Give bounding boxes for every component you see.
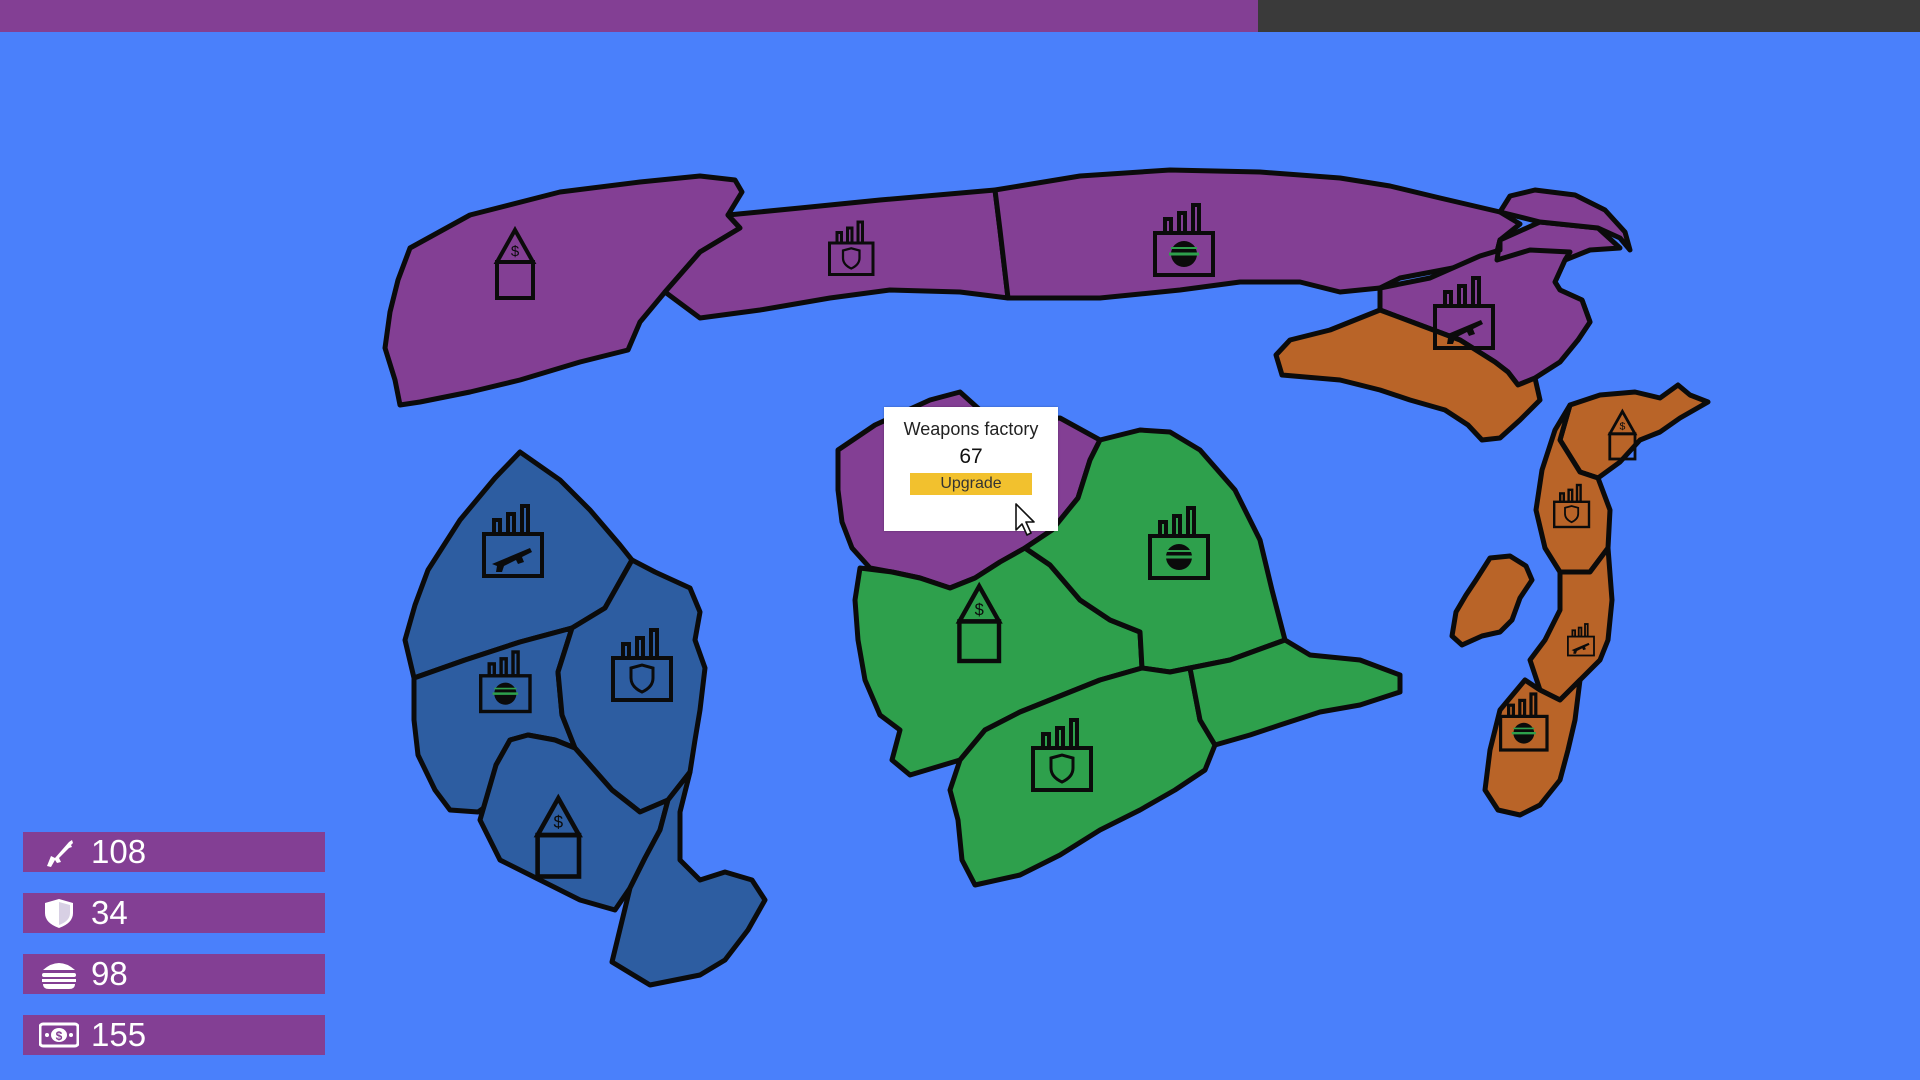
blue-continent [402, 449, 768, 988]
resource-weapons: 108 [23, 832, 325, 872]
svg-text:$: $ [56, 1029, 63, 1043]
banknote-icon: $ [39, 1022, 79, 1048]
burger-icon [42, 963, 76, 989]
resource-value: 108 [91, 833, 147, 870]
rifle-icon [47, 840, 73, 867]
resource-defense: 34 [23, 893, 325, 933]
region-orange-island[interactable] [1449, 553, 1535, 648]
resource-money: $ 155 [23, 1015, 325, 1055]
shield-icon [45, 899, 73, 928]
region-orange-south-mid[interactable] [1527, 545, 1615, 703]
resource-value: 34 [91, 894, 128, 931]
orange-continent [1273, 307, 1711, 818]
tooltip-title: Weapons factory [903, 419, 1039, 439]
tooltip-value: 67 [959, 445, 983, 468]
mouse-cursor-icon [1015, 503, 1035, 536]
resource-value: 155 [91, 1016, 147, 1053]
resource-value: 98 [91, 955, 128, 992]
resource-food: 98 [23, 954, 325, 994]
upgrade-button[interactable]: Upgrade [910, 473, 1032, 495]
